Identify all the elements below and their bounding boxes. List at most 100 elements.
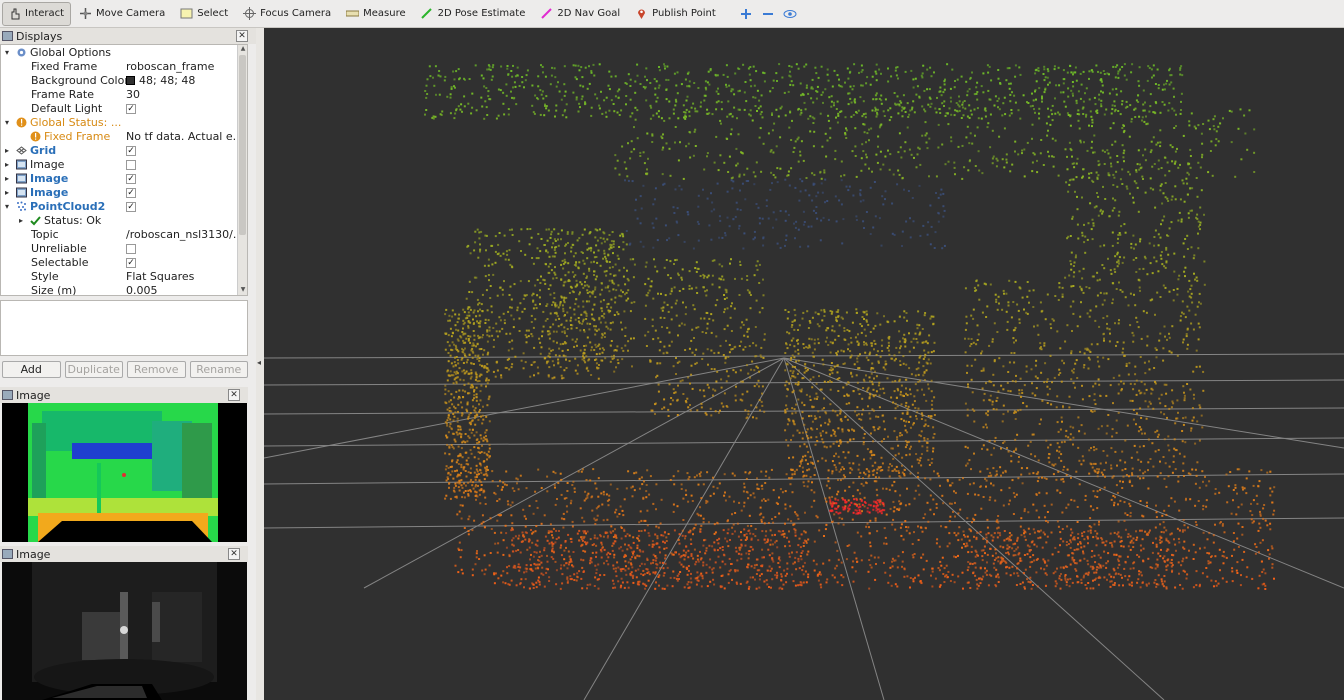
display-row-image[interactable]: ▸ Image ✓: [1, 172, 237, 186]
3d-render-viewport[interactable]: [264, 28, 1344, 700]
display-row-value[interactable]: /roboscan_nsl3130/...: [126, 228, 238, 242]
display-row-value[interactable]: 30: [126, 88, 238, 102]
warning-icon: [30, 131, 41, 142]
remove-button[interactable]: Remove: [127, 361, 186, 378]
image-icon: [16, 159, 27, 170]
display-row-value[interactable]: 48; 48; 48: [126, 74, 238, 88]
enable-checkbox[interactable]: [126, 244, 136, 254]
scroll-down-arrow-icon[interactable]: ▼: [238, 286, 247, 295]
add-view-button[interactable]: [735, 2, 757, 26]
display-row-label: Image: [30, 186, 69, 199]
interact-button[interactable]: Interact: [2, 1, 72, 26]
display-row-label: Grid: [30, 144, 57, 157]
display-row-fixed-frame[interactable]: Fixed Frame No tf data. Actual e...: [1, 130, 238, 144]
scroll-up-arrow-icon[interactable]: ▲: [238, 45, 247, 54]
close-icon[interactable]: ✕: [236, 30, 248, 42]
expanded-arrow-icon[interactable]: ▾: [3, 200, 11, 214]
display-row-label: Global Status: ...: [30, 116, 122, 129]
display-row-value[interactable]: Flat Squares: [126, 270, 238, 284]
enable-checkbox[interactable]: ✓: [126, 258, 136, 268]
enable-checkbox[interactable]: ✓: [126, 146, 136, 156]
warning-icon: [16, 117, 27, 128]
image-icon: [2, 390, 13, 400]
image-icon: [16, 173, 27, 184]
grayscale-image-view: [2, 562, 247, 700]
add-button[interactable]: Add: [2, 361, 61, 378]
collapsed-arrow-icon[interactable]: ▸: [17, 214, 25, 228]
display-row-value[interactable]: roboscan_frame: [126, 60, 238, 74]
display-row-value[interactable]: No tf data. Actual e...: [126, 130, 238, 144]
publish-point-label: Publish Point: [652, 8, 716, 19]
pointcloud-icon: [16, 201, 27, 212]
select-button[interactable]: Select: [174, 2, 235, 26]
close-icon[interactable]: ✕: [228, 548, 240, 560]
display-row-topic[interactable]: Topic/roboscan_nsl3130/...: [1, 228, 238, 242]
display-row-label: Fixed Frame: [31, 60, 98, 73]
collapse-arrow-icon[interactable]: ◂: [257, 358, 261, 367]
displays-tree: ▾ Global Options Fixed Frame roboscan_frame…: [0, 44, 248, 296]
collapsed-arrow-icon[interactable]: ▸: [3, 186, 11, 200]
display-row-value-text: 48; 48; 48: [139, 74, 196, 87]
pose-estimate-label: 2D Pose Estimate: [437, 8, 526, 19]
display-row-label: Image: [30, 158, 65, 171]
publish-point-button[interactable]: Publish Point: [629, 2, 723, 26]
display-row-default-light[interactable]: Default Light ✓: [1, 102, 237, 116]
enable-checkbox[interactable]: [126, 160, 136, 170]
display-row-label: Default Light: [31, 102, 103, 115]
enable-checkbox[interactable]: ✓: [126, 188, 136, 198]
remove-view-button[interactable]: [757, 2, 779, 26]
display-row-fixed-frame[interactable]: Fixed Frame roboscan_frame: [1, 60, 237, 74]
display-row-selectable[interactable]: Selectable ✓: [1, 256, 237, 270]
display-row-image[interactable]: ▸ Image: [1, 158, 237, 172]
display-row-value[interactable]: 0.005: [126, 284, 238, 295]
duplicate-button[interactable]: Duplicate: [64, 361, 123, 378]
close-icon[interactable]: ✕: [228, 389, 240, 401]
measure-button[interactable]: Measure: [340, 2, 413, 26]
expanded-arrow-icon[interactable]: ▾: [3, 116, 11, 130]
camera-view-button[interactable]: [779, 2, 801, 26]
move-camera-button[interactable]: Move Camera: [73, 2, 172, 26]
display-row-size-m[interactable]: Size (m) 0.005: [1, 284, 238, 295]
select-box-icon: [179, 7, 193, 21]
enable-checkbox[interactable]: ✓: [126, 104, 136, 114]
display-row-frame-rate[interactable]: Frame Rate 30: [1, 88, 237, 102]
nav-goal-button[interactable]: 2D Nav Goal: [534, 2, 627, 26]
color-swatch[interactable]: [126, 76, 135, 85]
display-row-unreliable[interactable]: Unreliable: [1, 242, 237, 256]
display-row-style[interactable]: Style Flat Squares: [1, 270, 237, 284]
display-row-pointcloud2[interactable]: ▾ PointCloud2 ✓: [1, 200, 237, 214]
display-row-global-options[interactable]: ▾ Global Options: [1, 46, 237, 60]
display-row-background-color[interactable]: Background Color 48; 48; 48: [1, 74, 237, 88]
display-row-label: Fixed Frame: [44, 130, 111, 143]
display-row-global-status[interactable]: ▾ Global Status: ...: [1, 116, 237, 130]
enable-checkbox[interactable]: ✓: [126, 202, 136, 212]
display-row-status-ok[interactable]: ▸ Status: Ok: [1, 214, 237, 228]
display-row-image[interactable]: ▸ Image ✓: [1, 186, 237, 200]
display-row-label: Selectable: [31, 256, 89, 269]
tree-scrollbar[interactable]: ▲ ▼: [237, 45, 247, 295]
main-toolbar: Interact Move Camera Select Focus Camera Mea…: [0, 0, 1344, 28]
scroll-thumb[interactable]: [239, 55, 246, 235]
move-camera-label: Move Camera: [96, 8, 166, 19]
collapsed-arrow-icon[interactable]: ▸: [3, 158, 11, 172]
pose-estimate-button[interactable]: 2D Pose Estimate: [415, 2, 533, 26]
rename-button[interactable]: Rename: [189, 361, 248, 378]
depth-image-view: [2, 403, 247, 542]
move-arrows-icon: [78, 7, 92, 21]
display-row-label: Global Options: [30, 46, 112, 59]
display-row-grid[interactable]: ▸ Grid ✓: [1, 144, 237, 158]
hand-cursor-icon: [7, 7, 21, 21]
collapsed-arrow-icon[interactable]: ▸: [3, 172, 11, 186]
left-dock: Displays ✕ ▾ Global Options Fixed Frame rob…: [0, 28, 256, 700]
green-arrow-icon: [420, 7, 434, 21]
magenta-arrow-icon: [539, 7, 553, 21]
collapsed-arrow-icon[interactable]: ▸: [3, 144, 11, 158]
expanded-arrow-icon[interactable]: ▾: [3, 46, 11, 60]
display-row-value-text: No tf data. Actual e...: [126, 130, 238, 143]
panel-splitter[interactable]: ◂: [256, 28, 264, 700]
plus-icon: [740, 8, 752, 20]
enable-checkbox[interactable]: ✓: [126, 174, 136, 184]
interact-label: Interact: [25, 8, 65, 19]
image-panel-title: Image ✕: [0, 546, 248, 562]
focus-camera-button[interactable]: Focus Camera: [237, 2, 338, 26]
